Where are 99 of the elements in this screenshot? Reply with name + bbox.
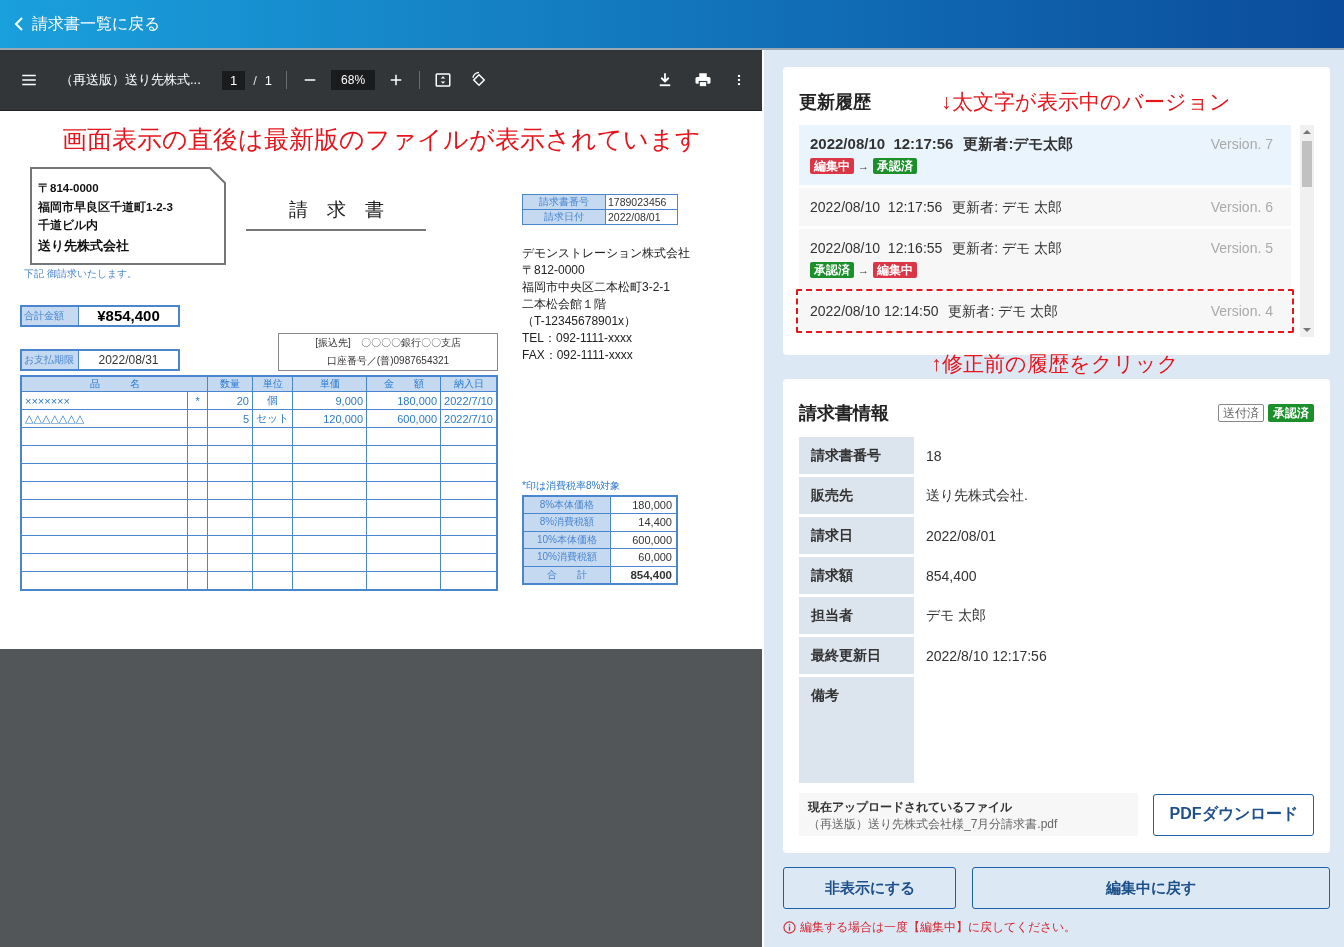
annotation-text: 画面表示の直後は最新版のファイルが表示されています [60,124,702,155]
section-title: 請求書情報 [799,402,889,425]
field-value: 2022/08/01 [926,527,997,544]
updater-name: 更新者: デモ 太郎 [952,239,1062,258]
history-entry[interactable]: 2022/08/10 12:14:50 更新者: デモ 太郎 Version. 4 [799,292,1291,330]
table-cell: △△△△△△△ [21,409,188,428]
recipient-name: 送り先株式会社 [38,236,130,255]
column-header: 単価 [292,376,367,392]
annotation-text: ↓太文字が表示中のバージョン [941,89,1231,115]
bank-info-line: 口座番号／(普)0987654321 [326,354,450,368]
updater-name: 更新者:デモ太郎 [963,134,1074,154]
version-label: Version. 6 [1210,198,1273,217]
version-label: Version. 5 [1210,239,1273,258]
version-label: Version. 4 [1210,302,1273,321]
table-cell: 2022/08/01 [605,209,678,225]
field-value: 854,400 [926,567,977,584]
file-title: （再送版）送り先株式... [60,71,202,89]
sender-address-line: FAX：092-1111-xxxx [522,347,634,364]
column-header: 納入日 [440,376,497,392]
field-label: 担当者 [799,597,914,634]
file-name: （再送版）送り先株式会社様_7月分請求書.pdf [808,816,1059,833]
table-cell: 120,000 [292,409,367,428]
table-cell: ××××××× [21,391,188,410]
transition-arrow: → [858,263,869,278]
print-icon[interactable] [694,71,712,89]
history-entry[interactable]: 2022/08/10 12:17:56 更新者: デモ 太郎 Version. 6 [799,188,1291,226]
pdf-download-button[interactable]: PDFダウンロード [1153,793,1314,836]
total-value: ¥854,400 [96,307,161,325]
sender-address-line: 福岡市中央区二本松町3-2-1 [522,279,671,296]
column-header: 品 名 [21,376,208,392]
update-datetime: 2022/08/10 12:17:56 [810,198,943,217]
warning-text: 編集する場合は一度【編集中】に戻してください。 [800,919,1076,936]
section-title: 更新履歴 [799,91,871,114]
page-number-field[interactable]: 1 [222,70,246,90]
chevron-left-icon [14,16,24,32]
table-cell: 1789023456 [605,194,678,210]
history-entry[interactable]: 2022/08/10 12:16:55 更新者: デモ 太郎 Version. 5 承認済 → 編集中 [799,229,1291,289]
table-cell: 180,000 [366,391,441,410]
column-header: 金 額 [366,376,441,392]
file-caption: 現在アップロードされているファイル [808,799,1013,816]
table-cell: セット [252,409,293,428]
history-entry[interactable]: 2022/08/10 12:17:56 更新者:デモ太郎 Version. 7 編集中 → 承認済 [799,125,1291,185]
info-icon [783,921,796,934]
column-header: 数量 [207,376,253,392]
field-value: 18 [926,447,942,464]
sender-address-line: デモンストレーション株式会社 [522,245,691,262]
status-tag: 編集中 [873,262,917,278]
field-label: 請求日 [799,517,914,554]
zoom-level-field[interactable]: 68% [331,70,376,90]
field-label: 販売先 [799,477,914,514]
due-date-label: お支払期限 [22,351,79,369]
field-value: デモ 太郎 [926,606,986,625]
table-cell: 600,000 [366,409,441,428]
status-badge: 送付済 [1218,404,1264,422]
update-datetime: 2022/08/10 12:17:56 [810,134,954,154]
tax-note: *印は消費税率8%対象 [522,478,622,493]
page-separator: / [253,72,257,88]
action-button[interactable]: 編集中に戻す [972,867,1330,909]
table-cell: 5 [207,409,253,428]
status-tag: 承認済 [873,158,917,174]
due-date-value: 2022/08/31 [97,352,160,369]
fit-page-icon[interactable] [434,71,453,89]
scrollbar[interactable] [1300,125,1314,337]
field-value: 2022/8/10 12:17:56 [926,647,1047,664]
total-label: 合計金額 [22,307,79,325]
version-label: Version. 7 [1210,135,1273,154]
page-total: 1 [264,72,273,88]
sender-address-line: 〒812-0000 [522,262,586,279]
updater-name: 更新者: デモ 太郎 [952,198,1062,217]
updater-name: 更新者: デモ 太郎 [948,302,1059,321]
action-button[interactable]: 非表示にする [783,867,956,909]
table-cell: * [187,391,208,410]
sender-address-line: TEL：092-1111-xxxx [522,330,634,347]
sender-address-line: 二本松会館１階 [522,296,607,313]
status-badge: 承認済 [1268,404,1314,422]
transition-arrow: → [858,159,869,174]
annotation-text: ↑修正前の履歴をクリック [931,353,1180,377]
status-tag: 承認済 [810,262,854,278]
field-label: 請求額 [799,557,914,594]
bank-info-line: [振込先] 〇〇〇〇銀行〇〇支店 [315,336,461,350]
table-cell: 個 [252,391,293,410]
address-line: 千道ビル内 [38,217,99,233]
table-cell: 請求書番号 [522,194,606,210]
address-line: 〒814-0000 [38,181,100,196]
address-line: 福岡市早良区千道町1-2-3 [38,199,174,215]
column-header: 単位 [252,376,293,392]
table-cell: 8%本体価格 [523,495,611,514]
update-datetime: 2022/08/10 12:14:50 [810,302,939,321]
field-value: 送り先株式会社. [926,486,1028,505]
sender-address-line: （T-12345678901x） [522,313,638,330]
table-cell: 9,000 [292,391,367,410]
billing-note: 下記 御請求いたします。 [24,267,138,281]
document-title: 請 求 書 [246,197,426,231]
field-label: 請求書番号 [799,437,914,474]
field-label: 最終更新日 [799,637,914,674]
update-datetime: 2022/08/10 12:16:55 [810,239,943,258]
status-tag: 編集中 [810,158,854,174]
table-cell: 20 [207,391,253,410]
field-label: 備考 [799,677,914,783]
